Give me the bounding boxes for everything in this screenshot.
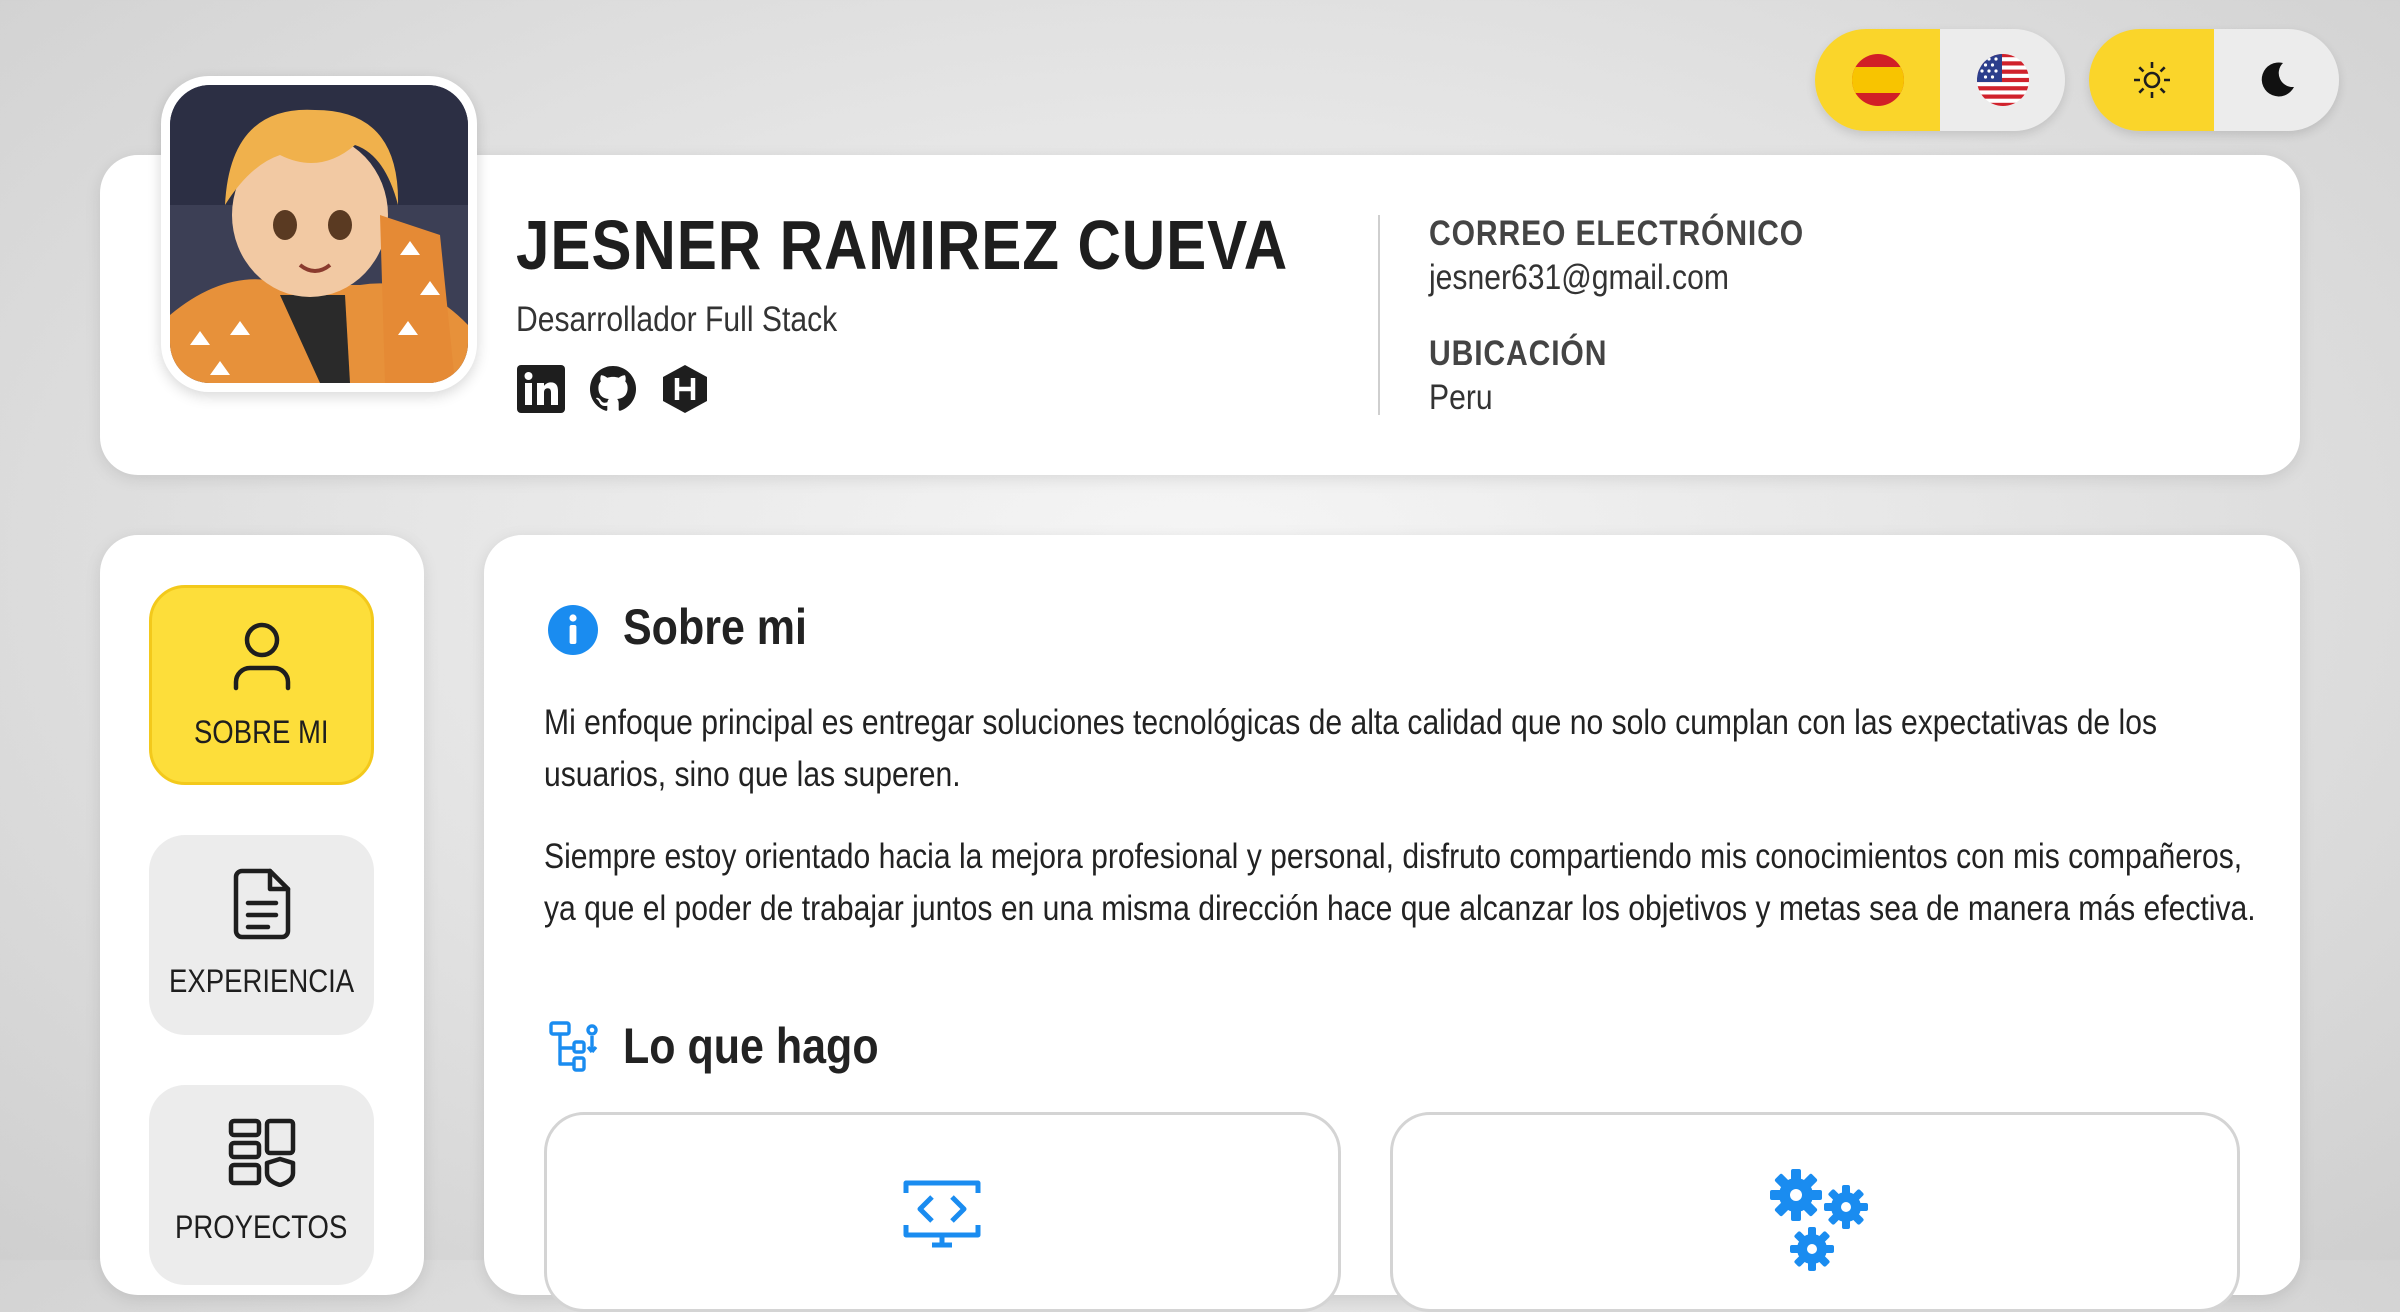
sidebar-item-label: EXPERIENCIA (168, 963, 355, 999)
profile-name: JESNER RAMIREZ CUEVA (516, 206, 1289, 284)
social-links (516, 364, 710, 414)
linkedin-link[interactable] (516, 364, 566, 414)
about-paragraph-1: Mi enfoque principal es entregar solucio… (544, 703, 2158, 794)
avatar-image (170, 85, 468, 383)
document-icon (233, 868, 290, 940)
sidebar-item-sobre-mi[interactable]: SOBRE MI (149, 585, 374, 785)
sidebar-item-experiencia[interactable]: EXPERIENCIA (149, 835, 374, 1035)
code-monitor-icon (903, 1180, 981, 1248)
github-icon (590, 366, 636, 411)
sidebar-item-label: SOBRE MI (194, 714, 329, 750)
gears-icon (1770, 1169, 1868, 1271)
about-paragraph-2: Siempre estoy orientado hacia la mejora … (544, 837, 2256, 928)
service-card (544, 1112, 1341, 1312)
email-value[interactable]: jesner631@gmail.com (1429, 258, 1729, 298)
about-title: Sobre mi (623, 599, 807, 655)
projects-icon (228, 1118, 295, 1187)
usa-flag-icon (1976, 54, 2029, 106)
header-divider (1378, 215, 1380, 415)
workflow-icon (549, 1021, 598, 1072)
sun-icon (2133, 62, 2170, 98)
moon-icon (2261, 62, 2294, 97)
location-label: UBICACIÓN (1429, 334, 1608, 373)
service-card (1390, 1112, 2240, 1312)
sidebar-item-proyectos[interactable]: PROYECTOS (149, 1085, 374, 1285)
language-en-button[interactable] (1940, 29, 2065, 131)
location-value: Peru (1429, 378, 1493, 417)
language-toggle[interactable] (1815, 29, 2065, 131)
linkedin-icon (517, 365, 565, 413)
github-link[interactable] (588, 364, 638, 414)
light-theme-button[interactable] (2089, 29, 2214, 131)
avatar (170, 85, 468, 383)
email-label: CORREO ELECTRÓNICO (1429, 214, 1805, 253)
info-icon (548, 605, 598, 655)
dark-theme-button[interactable] (2214, 29, 2339, 131)
services-title: Lo que hago (623, 1018, 879, 1074)
hackerrank-icon (663, 365, 707, 413)
language-es-button[interactable] (1815, 29, 1940, 131)
user-icon (233, 622, 290, 691)
profile-role: Desarrollador Full Stack (516, 300, 838, 339)
theme-toggle[interactable] (2089, 29, 2339, 131)
spain-flag-icon (1851, 54, 1904, 106)
sidebar-item-label: PROYECTOS (175, 1209, 348, 1245)
hackerrank-link[interactable] (660, 364, 710, 414)
